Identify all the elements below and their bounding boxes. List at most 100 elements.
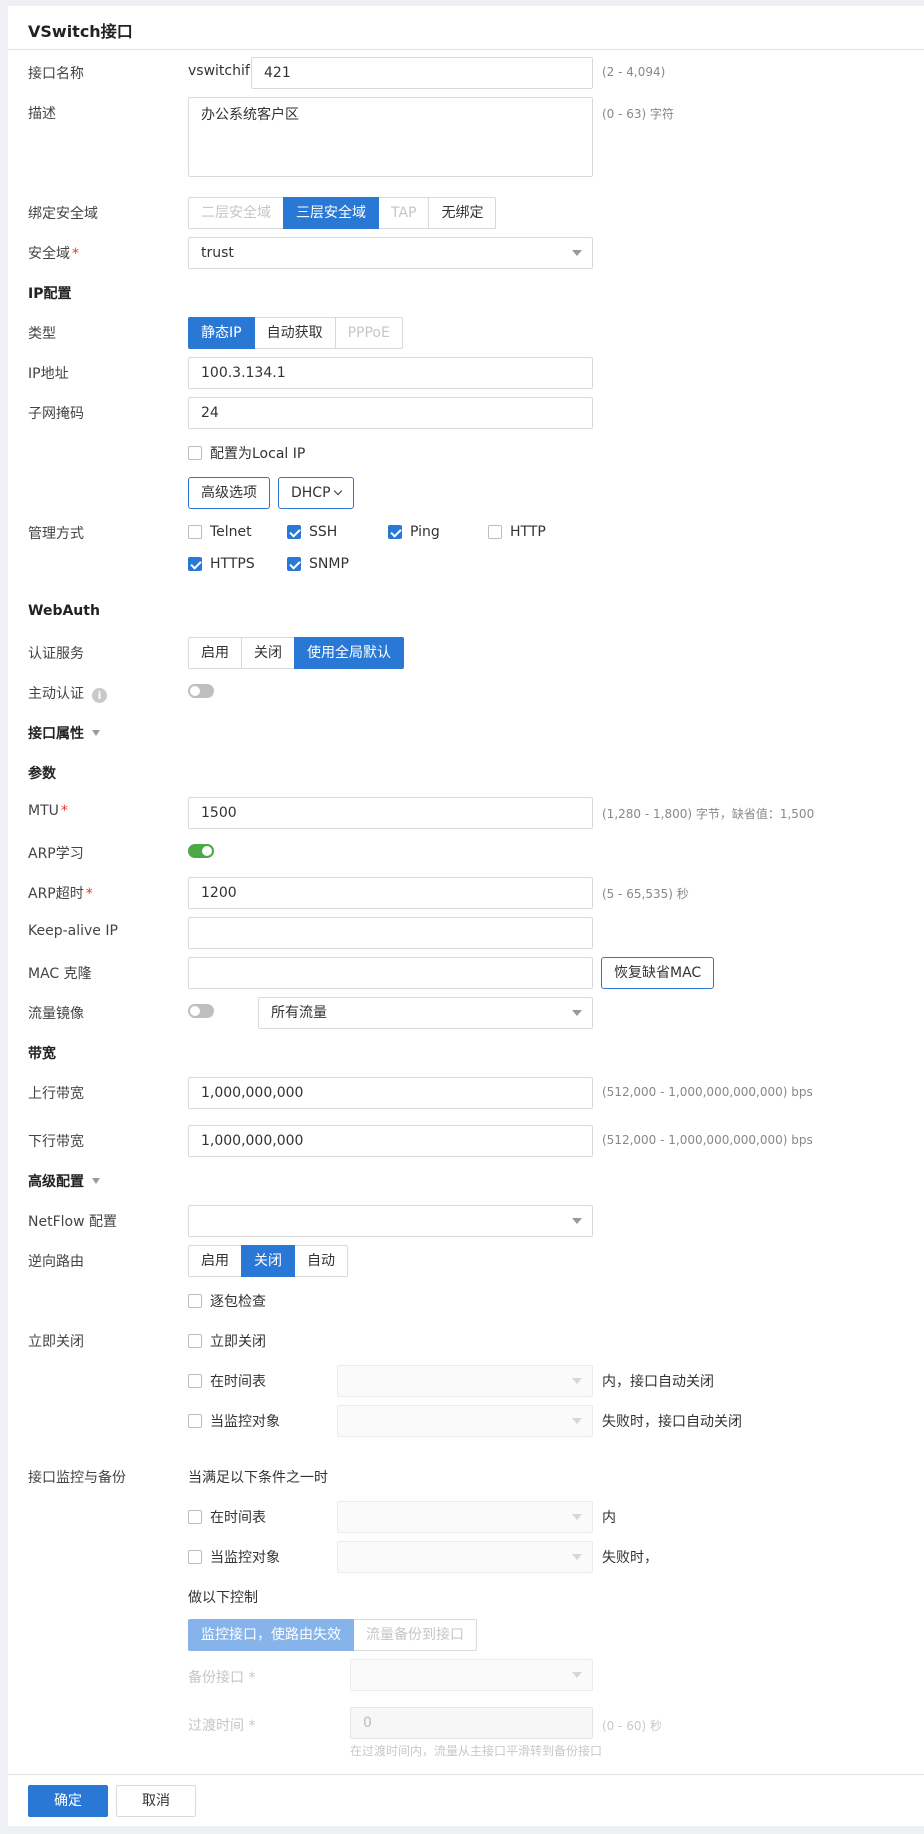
bind-zone-option-tap[interactable]: TAP [378,197,430,229]
shutdown-schedule-checkbox[interactable] [188,1374,202,1388]
reverse-route-label: 逆向路由 [28,1254,84,1270]
monitor-action-backup-interface[interactable]: 流量备份到接口 [353,1619,477,1651]
ssh-checkbox[interactable] [287,525,301,539]
dhcp-dropdown-button[interactable]: DHCP [278,477,354,509]
shutdown-monitor-row[interactable]: 当监控对象 [188,1411,280,1431]
auth-service-enable[interactable]: 启用 [188,637,242,669]
local-ip-checkbox[interactable] [188,446,202,460]
info-icon[interactable]: i [92,688,107,703]
local-ip-checkbox-row[interactable]: 配置为Local IP [188,443,305,463]
ip-type-segmented: 静态IP 自动获取 PPPoE [188,317,403,349]
reverse-route-disable[interactable]: 关闭 [241,1245,295,1277]
ip-type-pppoe[interactable]: PPPoE [334,317,403,349]
interface-name-input[interactable]: 421 [251,57,593,89]
active-auth-toggle[interactable] [188,684,214,698]
ping-label: Ping [410,524,440,540]
mgmt-telnet[interactable]: Telnet [188,524,252,540]
ip-type-static[interactable]: 静态IP [188,317,255,349]
mgmt-https[interactable]: HTTPS [188,556,255,572]
monitor-object-row[interactable]: 当监控对象 [188,1547,280,1567]
shutdown-monitor-checkbox[interactable] [188,1414,202,1428]
ping-checkbox[interactable] [388,525,402,539]
auth-service-global-default[interactable]: 使用全局默认 [294,637,404,669]
snmp-checkbox[interactable] [287,557,301,571]
arp-learn-toggle[interactable] [188,844,214,858]
bind-zone-option-none[interactable]: 无绑定 [428,197,497,229]
traffic-mirror-select[interactable]: 所有流量 [258,997,593,1029]
local-ip-label: 配置为Local IP [210,446,306,462]
webauth-section-title: WebAuth [28,603,100,619]
subnet-mask-input[interactable]: 24 [188,397,593,429]
monitor-object-checkbox[interactable] [188,1550,202,1564]
monitor-schedule-label: 在时间表 [210,1510,266,1526]
traffic-mirror-toggle[interactable] [188,1004,214,1018]
per-packet-checkbox[interactable] [188,1294,202,1308]
ok-button[interactable]: 确定 [28,1785,108,1817]
transition-time-label: 过渡时间 * [188,1715,255,1735]
interface-attr-title: 接口属性 [28,726,84,742]
mgmt-ping[interactable]: Ping [388,524,440,540]
shutdown-immediate-row[interactable]: 立即关闭 [188,1331,266,1351]
keepalive-ip-input[interactable] [188,917,593,949]
interface-attr-section[interactable]: 接口属性 [28,723,100,743]
interface-name-hint: (2 - 4,094) [602,65,666,79]
traffic-mirror-value: 所有流量 [271,1005,327,1021]
caret-down-icon [572,1672,582,1678]
caret-down-icon [572,250,582,256]
description-textarea[interactable]: 办公系统客户区 [188,97,593,177]
vswitch-interface-dialog: VSwitch接口 接口名称 vswitchif 421 (2 - 4,094)… [8,6,924,1826]
transition-time-note: 在过渡时间内，流量从主接口平滑转到备份接口 [350,1744,603,1758]
snmp-label: SNMP [309,556,349,572]
mgmt-ssh[interactable]: SSH [287,524,337,540]
auth-service-disable[interactable]: 关闭 [241,637,295,669]
active-auth-label-text: 主动认证 [28,686,84,702]
monitor-action-route-invalid[interactable]: 监控接口，使路由失效 [188,1619,354,1651]
shutdown-schedule-select[interactable] [337,1365,593,1397]
reverse-route-enable[interactable]: 启用 [188,1245,242,1277]
transition-time-input[interactable]: 0 [350,1707,593,1739]
mgmt-snmp[interactable]: SNMP [287,556,349,572]
advanced-options-button[interactable]: 高级选项 [188,477,270,509]
ip-address-input[interactable]: 100.3.134.1 [188,357,593,389]
http-label: HTTP [510,524,546,540]
advanced-config-section[interactable]: 高级配置 [28,1171,100,1191]
downstream-bw-input[interactable]: 1,000,000,000 [188,1125,593,1157]
telnet-checkbox[interactable] [188,525,202,539]
cancel-button[interactable]: 取消 [116,1785,196,1817]
shutdown-monitor-select[interactable] [337,1405,593,1437]
monitor-schedule-row[interactable]: 在时间表 [188,1507,266,1527]
downstream-bw-label: 下行带宽 [28,1134,84,1150]
upstream-bw-input[interactable]: 1,000,000,000 [188,1077,593,1109]
monitor-schedule-select[interactable] [337,1501,593,1533]
security-zone-value: trust [201,245,234,261]
shutdown-immediate-checkbox[interactable] [188,1334,202,1348]
arp-timeout-input[interactable]: 1200 [188,877,593,909]
bind-zone-option-l3[interactable]: 三层安全域 [283,197,379,229]
https-checkbox[interactable] [188,557,202,571]
downstream-bw-hint: (512,000 - 1,000,000,000,000) bps [602,1133,813,1147]
http-checkbox[interactable] [488,525,502,539]
shutdown-immediate-label: 立即关闭 [210,1334,266,1350]
caret-down-icon [572,1554,582,1560]
restore-default-mac-button[interactable]: 恢复缺省MAC [601,957,715,989]
upstream-bw-hint: (512,000 - 1,000,000,000,000) bps [602,1085,813,1099]
backup-interface-select[interactable] [350,1659,593,1691]
shutdown-monitor-suffix: 失败时，接口自动关闭 [602,1414,742,1430]
mac-clone-input[interactable] [188,957,593,989]
arp-timeout-label: ARP超时 * [28,883,93,903]
per-packet-check-row[interactable]: 逐包检查 [188,1291,266,1311]
netflow-select[interactable] [188,1205,593,1237]
mgmt-http[interactable]: HTTP [488,524,546,540]
bind-zone-option-l2[interactable]: 二层安全域 [188,197,284,229]
ip-type-dhcp[interactable]: 自动获取 [253,317,336,349]
monitor-schedule-checkbox[interactable] [188,1510,202,1524]
monitor-action-segmented: 监控接口，使路由失效 流量备份到接口 [188,1619,477,1651]
reverse-route-auto[interactable]: 自动 [294,1245,348,1277]
mtu-input[interactable]: 1500 [188,797,593,829]
shutdown-schedule-row[interactable]: 在时间表 [188,1371,266,1391]
reverse-route-segmented: 启用 关闭 自动 [188,1245,348,1277]
arp-timeout-label-text: ARP超时 [28,886,84,902]
security-zone-select[interactable]: trust [188,237,593,269]
monitor-backup-label: 接口监控与备份 [28,1470,126,1486]
monitor-object-select[interactable] [337,1541,593,1573]
